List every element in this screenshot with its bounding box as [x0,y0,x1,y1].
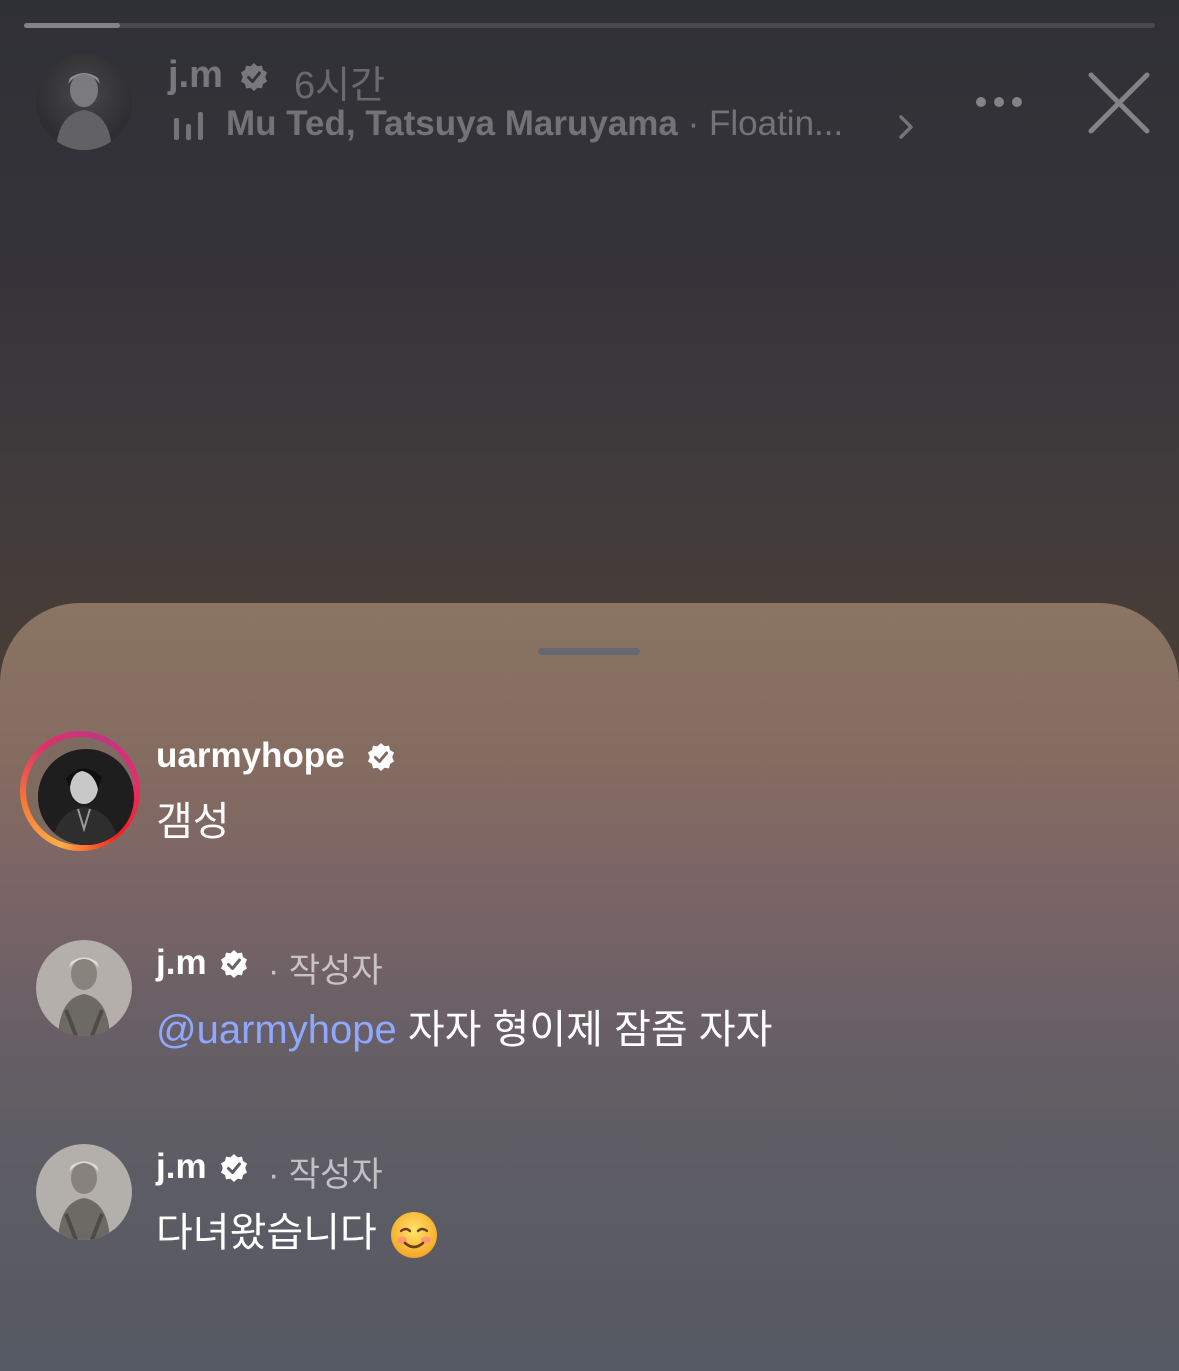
music-artist: Mu Ted, Tatsuya Maruyama [226,104,678,143]
mention-link[interactable]: @uarmyhope [156,1008,397,1052]
comments-sheet[interactable]: uarmyhope 갬성 j.m · 작성자 @uarmyhope 자자 형이제… [0,603,1179,1371]
story-username[interactable]: j.m [168,54,223,97]
story-header: j.m 6시간 Mu Ted, Tatsuya Maruyama · Float… [0,0,1179,170]
comment-body: 자자 형이제 잠좀 자자 [396,1008,773,1052]
smiling-face-icon [390,1212,437,1259]
avatar[interactable] [38,749,134,845]
story-ring[interactable] [20,731,140,851]
music-separator: · [677,104,709,143]
verified-badge-icon [221,1154,247,1182]
avatar[interactable] [36,54,132,150]
avatar-photo [36,940,132,1036]
music-track: Floatin... [708,104,844,143]
avatar-photo [56,73,112,150]
comment-username[interactable]: j.m [156,1147,207,1187]
comment-body: 다녀왔습니다 [156,1211,377,1255]
sheet-grab-handle[interactable] [538,648,640,655]
verified-badge-icon [241,63,267,91]
music-info[interactable]: Mu Ted, Tatsuya Maruyama · Floatin... [226,104,843,144]
comment-username[interactable]: j.m [156,943,207,983]
avatar[interactable] [36,1144,132,1240]
verified-badge-icon [221,950,247,978]
author-label: · 작성자 [268,952,383,990]
more-options-icon[interactable] [974,92,1024,112]
avatar-photo [38,749,134,845]
music-bars-icon [174,112,203,140]
chevron-right-icon[interactable] [896,113,916,141]
comment-username[interactable]: uarmyhope [156,736,345,776]
story-ring-inner [26,737,134,845]
verified-badge-icon [368,743,394,771]
comment-text: 다녀왔습니다 [156,1200,439,1260]
close-icon[interactable] [1086,70,1152,136]
avatar-photo [36,1144,132,1240]
avatar[interactable] [36,940,132,1036]
story-time-ago: 6시간 [294,65,386,107]
comment-text: @uarmyhope 자자 형이제 잠좀 자자 [156,997,772,1055]
author-label: · 작성자 [268,1156,383,1194]
comment-text: 갬성 [156,800,230,844]
